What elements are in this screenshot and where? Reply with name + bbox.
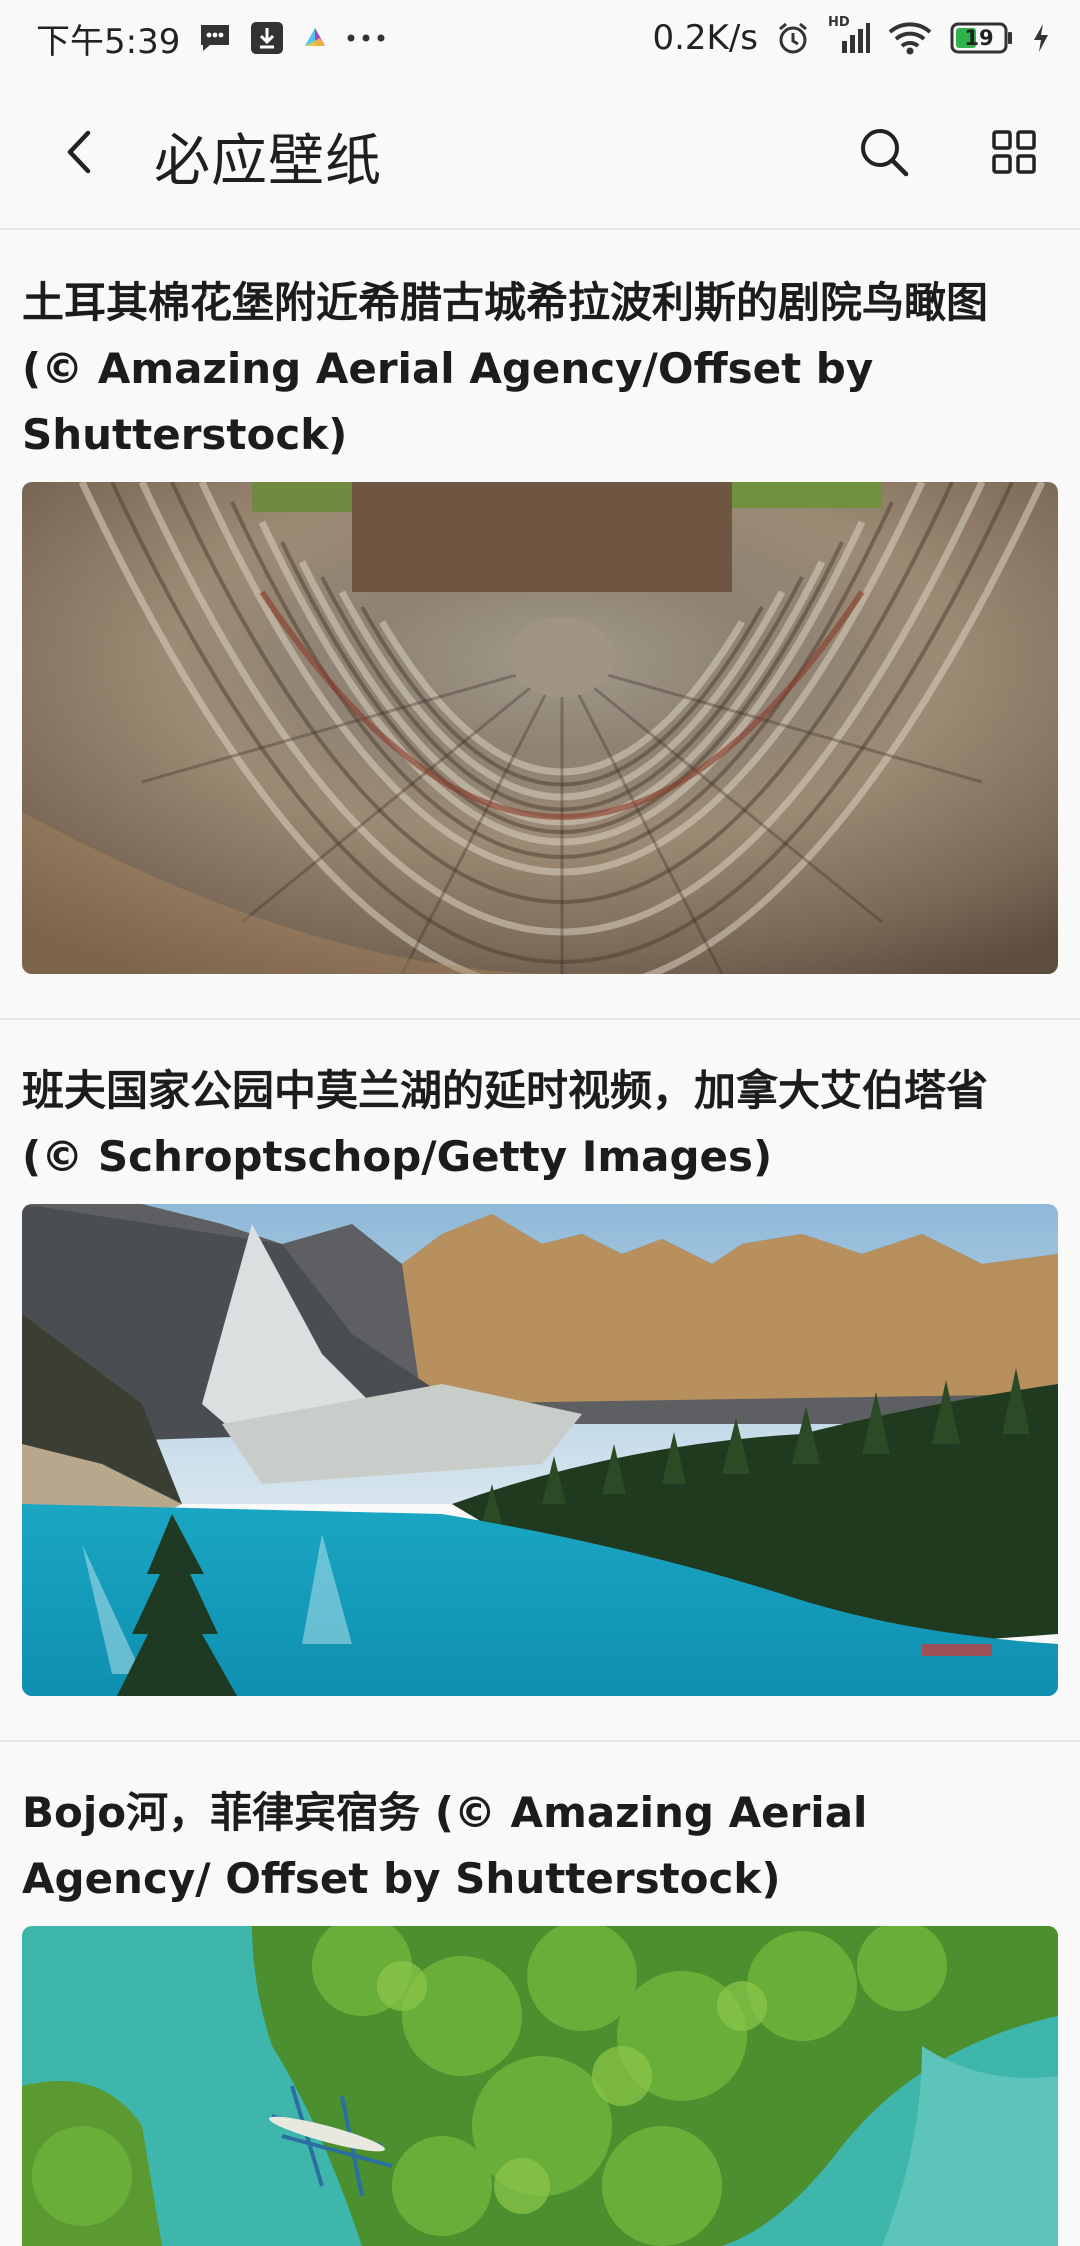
page-title: 必应壁纸 — [154, 129, 382, 194]
signal-icon: HD — [828, 15, 870, 55]
status-right: 0.2K/s HD 19 — [652, 15, 1050, 58]
signal-hd-label: HD — [828, 15, 850, 30]
amphitheater-aerial-photo[interactable] — [22, 482, 1058, 974]
wallpaper-card[interactable]: Bojo河，菲律宾宿务 (© Amazing Aerial Agency/ Of… — [0, 1742, 1080, 2246]
wallpaper-card[interactable]: 土耳其棉花堡附近希腊古城希拉波利斯的剧院鸟瞰图 (© Amazing Aeria… — [0, 232, 1080, 1020]
moraine-lake-photo[interactable] — [22, 1204, 1058, 1696]
grid-view-button[interactable] — [982, 120, 1046, 184]
app-notification-icon — [302, 25, 328, 51]
status-left: 下午5:39 — [36, 14, 386, 63]
wallpaper-title: 土耳其棉花堡附近希腊古城希拉波利斯的剧院鸟瞰图 (© Amazing Aeria… — [22, 278, 989, 459]
download-icon — [250, 21, 284, 55]
charging-icon — [1032, 23, 1050, 53]
alarm-icon — [776, 21, 810, 55]
network-speed: 0.2K/s — [652, 18, 758, 58]
more-dots-icon — [346, 33, 386, 43]
battery-icon: 19 — [950, 21, 1014, 55]
wallpaper-feed[interactable]: 土耳其棉花堡附近希腊古城希拉波利斯的剧院鸟瞰图 (© Amazing Aeria… — [0, 232, 1080, 2246]
wifi-icon — [888, 21, 932, 55]
back-button[interactable] — [48, 120, 112, 184]
search-icon — [861, 129, 909, 177]
wallpaper-title: Bojo河，菲律宾宿务 (© Amazing Aerial Agency/ Of… — [22, 1788, 868, 1903]
app-bar: 必应壁纸 — [0, 76, 1080, 230]
back-arrow-icon — [67, 130, 91, 174]
search-button[interactable] — [852, 120, 916, 184]
status-time: 下午5:39 — [36, 21, 181, 62]
bojo-river-aerial-photo[interactable] — [22, 1926, 1058, 2246]
wallpaper-title: 班夫国家公园中莫兰湖的延时视频，加拿大艾伯塔省 (© Schroptschop/… — [22, 1066, 989, 1181]
status-bar: 下午5:39 0.2K/s HD 19 — [0, 0, 1080, 76]
wallpaper-card[interactable]: 班夫国家公园中莫兰湖的延时视频，加拿大艾伯塔省 (© Schroptschop/… — [0, 1020, 1080, 1742]
message-icon — [198, 21, 232, 55]
battery-level: 19 — [964, 26, 994, 50]
grid-view-icon — [992, 130, 1036, 174]
